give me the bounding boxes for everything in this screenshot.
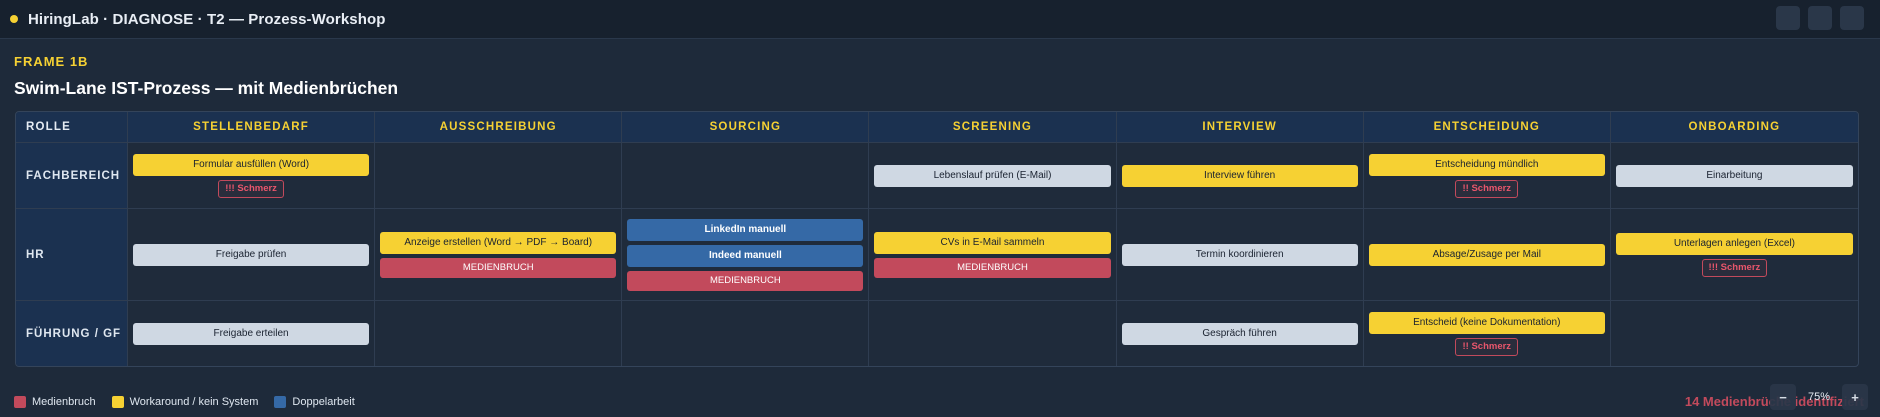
legend: Medienbruch Workaround / kein System Doppe… — [14, 396, 371, 408]
medienbruch-badge: MEDIENBRUCH — [627, 270, 864, 291]
legend-label: Workaround / kein System — [129, 396, 259, 408]
lane-cell — [375, 143, 623, 209]
zoom-in-button[interactable]: + — [1842, 384, 1868, 410]
zoom-out-button[interactable]: − — [1770, 384, 1796, 410]
process-step-card[interactable]: Einarbeitung — [1615, 164, 1853, 187]
frame-label: FRAME 1B — [14, 54, 89, 69]
process-step-card[interactable]: Indeed manuell — [627, 244, 864, 267]
medienbruch-badge: MEDIENBRUCH — [380, 257, 617, 278]
process-step-card[interactable]: Unterlagen anlegen (Excel) — [1615, 232, 1853, 255]
lane-cell: Termin koordinieren — [1116, 209, 1364, 301]
column-header-phase: AUSSCHREIBUNG — [375, 112, 623, 143]
lane-cell: Interview führen — [1116, 143, 1364, 209]
column-header-phase: ONBOARDING — [1610, 112, 1858, 143]
zoom-controls: − 75% + — [1770, 384, 1868, 410]
lane-cell: Lebenslauf prüfen (E-Mail) — [869, 143, 1117, 209]
process-step-card[interactable]: Lebenslauf prüfen (E-Mail) — [874, 164, 1111, 187]
lane-cell: Einarbeitung — [1610, 143, 1858, 209]
column-header-phase: ENTSCHEIDUNG — [1363, 112, 1611, 143]
lane-cell: CVs in E-Mail sammeln MEDIENBRUCH — [869, 209, 1117, 301]
zoom-level: 75% — [1807, 391, 1831, 403]
window-controls — [1776, 6, 1864, 30]
process-step-card[interactable]: Interview führen — [1121, 164, 1358, 187]
lane-cell — [375, 301, 623, 366]
legend-label: Doppelarbeit — [292, 396, 355, 408]
window-button-3[interactable] — [1840, 6, 1864, 30]
column-header-phase: STELLENBEDARF — [128, 112, 376, 143]
top-bar: HiringLab · DIAGNOSE · T2 — Prozess-Work… — [0, 0, 1880, 39]
lane-cell: LinkedIn manuell Indeed manuell MEDIENBRUC… — [622, 209, 870, 301]
process-step-card[interactable]: LinkedIn manuell — [627, 218, 864, 241]
lane-cell: Freigabe prüfen — [128, 209, 376, 301]
status-dot-icon — [10, 15, 18, 23]
pain-badge: !!! Schmerz — [1701, 258, 1768, 277]
process-step-card[interactable]: Absage/Zusage per Mail — [1368, 243, 1605, 266]
legend-swatch — [274, 396, 287, 408]
lane-cell: Anzeige erstellen (Word → PDF → Board) ME… — [375, 209, 623, 301]
lane-cell: Entscheidung mündlich !! Schmerz — [1363, 143, 1611, 209]
column-header-phase: SCREENING — [869, 112, 1117, 143]
app-title: HiringLab · DIAGNOSE · T2 — Prozess-Work… — [28, 10, 386, 28]
lane-cell — [622, 143, 870, 209]
legend-item: Workaround / kein System — [111, 396, 259, 408]
legend-swatch — [14, 396, 26, 408]
process-step-card[interactable]: Anzeige erstellen (Word → PDF → Board) — [380, 231, 617, 254]
lane-cell: Freigabe erteilen — [128, 301, 376, 366]
swimlane-grid: ROLLE STELLENBEDARF AUSSCHREIBUNG SOURCING S… — [16, 112, 1858, 366]
column-header-rolle: ROLLE — [16, 112, 128, 143]
process-step-card[interactable]: Gespräch führen — [1121, 322, 1358, 345]
process-step-card[interactable]: Entscheidung mündlich — [1368, 153, 1605, 176]
lane-role-label: FACHBEREICH — [16, 143, 128, 209]
process-step-card[interactable]: Entscheid (keine Dokumentation) — [1368, 311, 1605, 334]
window-button-1[interactable] — [1776, 6, 1800, 30]
column-header-phase: SOURCING — [622, 112, 870, 143]
lane-cell: Absage/Zusage per Mail — [1363, 209, 1611, 301]
medienbruch-badge: MEDIENBRUCH — [874, 257, 1111, 278]
legend-item: Medienbruch — [14, 396, 96, 408]
lane-role-label: FÜHRUNG / GF — [16, 301, 128, 366]
process-step-card[interactable]: CVs in E-Mail sammeln — [874, 231, 1111, 254]
lane-cell: Formular ausfüllen (Word) !!! Schmerz — [128, 143, 376, 209]
lane-cell — [869, 301, 1117, 366]
lane-role-label: HR — [16, 209, 128, 301]
process-step-card[interactable]: Formular ausfüllen (Word) — [133, 153, 370, 176]
lane-cell: Entscheid (keine Dokumentation) !! Schmer… — [1364, 301, 1611, 366]
page-title: Swim-Lane IST-Prozess — mit Medienbrüche… — [14, 78, 399, 98]
lane-cell: Gespräch führen — [1117, 301, 1364, 366]
pain-badge: !! Schmerz — [1455, 337, 1519, 356]
lane-cell — [622, 301, 870, 366]
process-step-card[interactable]: Termin koordinieren — [1121, 243, 1358, 266]
pain-badge: !! Schmerz — [1455, 179, 1519, 198]
lane-cell: Unterlagen anlegen (Excel) !!! Schmerz — [1610, 209, 1858, 301]
legend-label: Medienbruch — [32, 396, 96, 408]
lane-cell — [1611, 301, 1858, 366]
pain-badge: !!! Schmerz — [218, 179, 284, 198]
legend-item: Doppelarbeit — [274, 396, 355, 408]
swimlane-table: ROLLE STELLENBEDARF AUSSCHREIBUNG SOURCING S… — [15, 111, 1859, 367]
legend-swatch — [111, 396, 124, 408]
process-step-card[interactable]: Freigabe erteilen — [133, 322, 370, 345]
window-button-2[interactable] — [1808, 6, 1832, 30]
process-step-card[interactable]: Freigabe prüfen — [133, 243, 370, 266]
column-header-phase: INTERVIEW — [1116, 112, 1364, 143]
